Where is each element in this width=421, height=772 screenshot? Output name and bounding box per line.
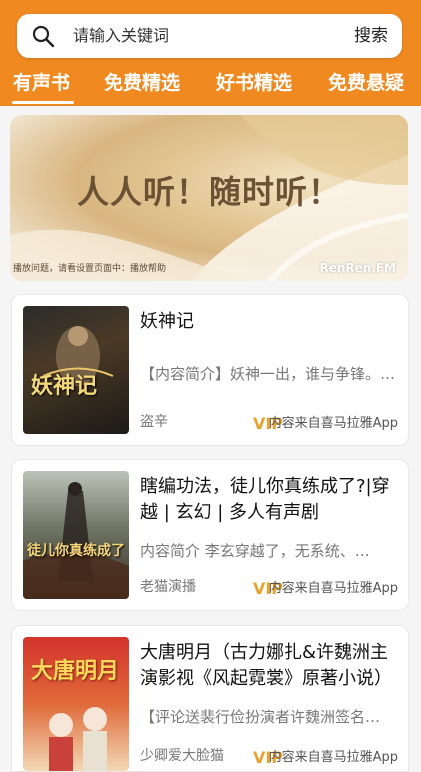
banner-note: 播放问题，请看设置页面中：播放帮助: [13, 264, 167, 274]
book-card[interactable]: 大唐明月 大唐明月（古力娜扎&许魏洲主演影视《风起霓裳》原著小说） 【评论送裴行…: [11, 625, 409, 772]
book-cover: 大唐明月: [23, 637, 129, 771]
search-button[interactable]: 搜索: [354, 14, 388, 58]
book-source: 内容来自喜马拉雅App: [268, 416, 398, 431]
active-tab-indicator: [12, 101, 74, 104]
app-header: 请输入关键词 搜索 有声书 免费精选 好书精选 免费悬疑: [0, 0, 421, 106]
cover-art: [23, 482, 129, 599]
tab-free-picks[interactable]: 免费精选: [104, 68, 180, 95]
book-title: 瞎编功法，徒儿你真练成了?|穿越 | 玄幻 | 多人有声剧: [140, 476, 390, 523]
banner-logo: RenRen.FM: [319, 261, 396, 275]
cover-title: 大唐明月: [31, 659, 120, 684]
book-author: 盗辛: [140, 414, 168, 430]
book-author: 少卿爱大脸猫: [140, 748, 224, 764]
book-cover: 徒儿你真练成了: [23, 471, 129, 599]
tab-audiobook[interactable]: 有声书: [13, 68, 70, 95]
book-title: 妖神记: [140, 311, 194, 332]
book-card[interactable]: 徒儿你真练成了 瞎编功法，徒儿你真练成了?|穿越 | 玄幻 | 多人有声剧 内容…: [11, 459, 409, 611]
search-bar[interactable]: 请输入关键词 搜索: [17, 14, 402, 58]
cover-title: 徒儿你真练成了: [27, 543, 125, 559]
book-author: 老猫演播: [140, 579, 196, 595]
search-icon: [32, 25, 55, 48]
category-tabs: 有声书 免费精选 好书精选 免费悬疑: [0, 62, 421, 106]
book-card[interactable]: 妖神记 妖神记 【内容简介】妖神一出，谁与争锋。… 盗辛 VIP 内容来自喜马拉…: [11, 294, 409, 446]
book-intro: 【评论送裴行俭扮演者许魏洲签名…: [140, 708, 381, 726]
book-cover: 妖神记: [23, 306, 129, 434]
book-intro: 【内容简介】妖神一出，谁与争锋。…: [140, 365, 396, 383]
book-source: 内容来自喜马拉雅App: [268, 581, 398, 596]
book-title: 大唐明月（古力娜扎&许魏洲主演影视《风起霓裳》原著小说）: [140, 642, 392, 689]
book-source: 内容来自喜马拉雅App: [268, 750, 398, 765]
promo-banner[interactable]: 人人听！随时听！ 播放问题，请看设置页面中：播放帮助 RenRen.FM: [10, 115, 408, 281]
cover-title: 妖神记: [31, 373, 98, 399]
tab-free-suspense[interactable]: 免费悬疑: [328, 68, 404, 95]
search-input[interactable]: 请输入关键词: [73, 14, 169, 58]
banner-headline: 人人听！随时听！: [76, 173, 341, 211]
tab-good-books[interactable]: 好书精选: [216, 68, 292, 95]
book-intro: 内容简介 李玄穿越了，无系统、…: [140, 542, 370, 560]
